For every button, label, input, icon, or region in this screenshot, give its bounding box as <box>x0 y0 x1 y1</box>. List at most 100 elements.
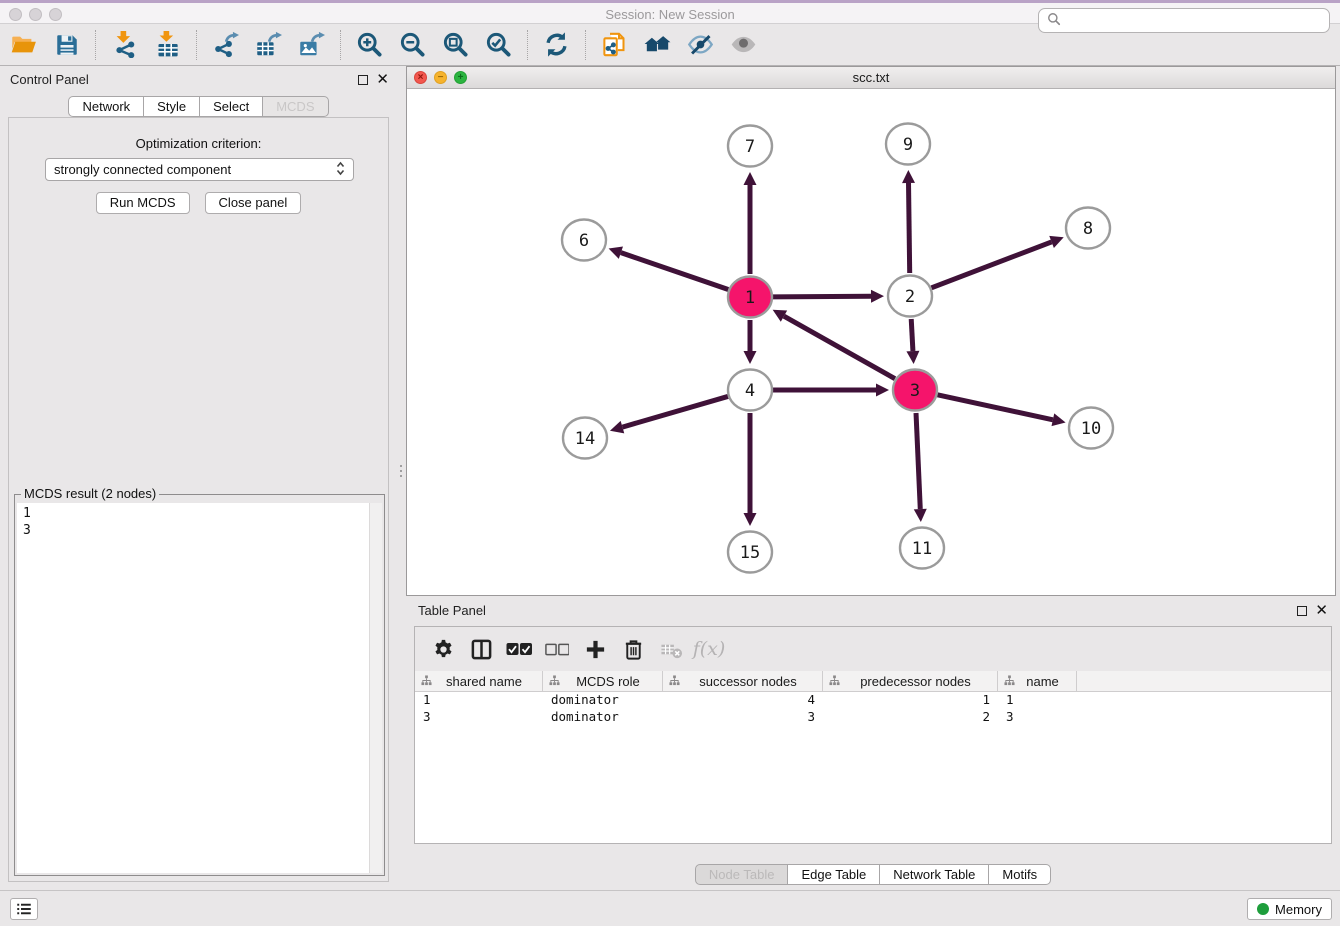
tab-motifs[interactable]: Motifs <box>988 864 1051 885</box>
graph-node-8[interactable]: 8 <box>1066 208 1110 249</box>
graph-node-6[interactable]: 6 <box>562 220 606 261</box>
delete-table-icon <box>656 634 686 664</box>
network-window-titlebar[interactable]: × − + scc.txt <box>407 67 1335 89</box>
float-table-panel-icon[interactable] <box>1297 606 1307 616</box>
node-label: 8 <box>1083 219 1093 239</box>
tab-mcds[interactable]: MCDS <box>262 96 328 117</box>
graph-edge-3-1[interactable] <box>784 316 895 379</box>
status-bar: Memory <box>0 890 1340 926</box>
open-session-icon[interactable] <box>5 28 42 62</box>
column-header-name[interactable]: name <box>998 671 1077 691</box>
graph-node-2[interactable]: 2 <box>888 276 932 317</box>
table-row[interactable]: 1dominator411 <box>415 692 1331 709</box>
home-view-icon[interactable] <box>639 28 676 62</box>
memory-status-icon <box>1257 903 1269 915</box>
import-network-icon[interactable] <box>106 28 143 62</box>
close-panel-button[interactable]: Close panel <box>205 192 302 214</box>
tab-network[interactable]: Network <box>68 96 144 117</box>
table-cell[interactable]: 3 <box>663 709 823 726</box>
refresh-icon[interactable] <box>538 28 575 62</box>
table-cell[interactable]: dominator <box>543 709 663 726</box>
network-view-window: × − + scc.txt 7 9 6 8 1 2 4 3 14 10 15 11 <box>406 66 1336 596</box>
table-cell[interactable]: 2 <box>823 709 998 726</box>
toolbar-divider <box>527 30 528 60</box>
copy-network-icon[interactable] <box>596 28 633 62</box>
edge-arrowhead <box>744 351 757 364</box>
network-window-title: scc.txt <box>407 67 1335 88</box>
tab-network-table[interactable]: Network Table <box>879 864 989 885</box>
network-canvas[interactable]: 7 9 6 8 1 2 4 3 14 10 15 11 <box>407 89 1335 594</box>
run-mcds-button[interactable]: Run MCDS <box>96 192 190 214</box>
table-cell[interactable]: 3 <box>998 709 1077 726</box>
table-cell[interactable]: 1 <box>415 692 543 709</box>
graph-edge-2-3[interactable] <box>911 319 913 351</box>
node-table: shared nameMCDS rolesuccessor nodesprede… <box>415 671 1331 843</box>
graph-edge-4-14[interactable] <box>622 396 727 427</box>
table-cell[interactable]: 4 <box>663 692 823 709</box>
column-namespace-icon <box>1004 674 1015 689</box>
graph-node-10[interactable]: 10 <box>1069 408 1113 449</box>
tab-node-table[interactable]: Node Table <box>695 864 789 885</box>
graph-node-1[interactable]: 1 <box>728 277 772 318</box>
mcds-result-area[interactable]: 13 <box>17 503 382 873</box>
show-eye-icon[interactable] <box>725 28 762 62</box>
task-history-button[interactable] <box>10 898 38 920</box>
table-cell[interactable]: 3 <box>415 709 543 726</box>
column-header-MCDS-role[interactable]: MCDS role <box>543 671 663 691</box>
table-cell[interactable]: 1 <box>998 692 1077 709</box>
graph-node-11[interactable]: 11 <box>900 528 944 569</box>
graph-node-7[interactable]: 7 <box>728 126 772 167</box>
delete-column-icon[interactable] <box>618 634 648 664</box>
zoom-fit-icon[interactable] <box>437 28 474 62</box>
table-cell[interactable]: 1 <box>823 692 998 709</box>
graph-edge-3-11[interactable] <box>916 413 920 509</box>
node-label: 3 <box>910 381 920 401</box>
graph-edge-2-8[interactable] <box>931 242 1051 288</box>
zoom-out-icon[interactable] <box>394 28 431 62</box>
column-header-predecessor-nodes[interactable]: predecessor nodes <box>823 671 998 691</box>
add-column-icon[interactable] <box>580 634 610 664</box>
column-header-successor-nodes[interactable]: successor nodes <box>663 671 823 691</box>
search-box[interactable] <box>1038 8 1330 33</box>
export-network-icon[interactable] <box>207 28 244 62</box>
save-session-icon[interactable] <box>48 28 85 62</box>
hide-selected-eye-icon[interactable] <box>682 28 719 62</box>
zoom-selected-icon[interactable] <box>480 28 517 62</box>
graph-node-9[interactable]: 9 <box>886 124 930 165</box>
graph-edge-2-9[interactable] <box>909 183 910 273</box>
deselect-all-columns-icon[interactable] <box>542 634 572 664</box>
graph-node-15[interactable]: 15 <box>728 532 772 573</box>
column-header-shared-name[interactable]: shared name <box>415 671 543 691</box>
graph-node-14[interactable]: 14 <box>563 418 607 459</box>
graph-edge-1-2[interactable] <box>773 296 871 297</box>
search-input[interactable] <box>1066 11 1329 31</box>
import-table-icon[interactable] <box>149 28 186 62</box>
table-panel-title: Table Panel <box>418 603 486 618</box>
column-namespace-icon <box>829 674 840 689</box>
export-table-icon[interactable] <box>250 28 287 62</box>
toggle-column-view-icon[interactable] <box>466 634 496 664</box>
tab-style[interactable]: Style <box>143 96 200 117</box>
graph-node-3[interactable]: 3 <box>893 370 937 411</box>
close-table-panel-icon[interactable]: ✕ <box>1315 606 1328 616</box>
graph-edge-1-6[interactable] <box>621 253 728 290</box>
float-panel-icon[interactable] <box>358 75 368 85</box>
result-scrollbar[interactable] <box>369 503 382 873</box>
export-image-icon[interactable] <box>293 28 330 62</box>
table-options-icon[interactable] <box>428 634 458 664</box>
table-row[interactable]: 3dominator323 <box>415 709 1331 726</box>
zoom-in-icon[interactable] <box>351 28 388 62</box>
edge-arrowhead <box>610 421 624 433</box>
memory-button[interactable]: Memory <box>1247 898 1332 920</box>
tab-edge-table[interactable]: Edge Table <box>787 864 880 885</box>
tab-select[interactable]: Select <box>199 96 263 117</box>
select-all-columns-icon[interactable] <box>504 634 534 664</box>
table-panel: Table Panel ✕ f(x) shared nameMCDS roles… <box>406 598 1340 890</box>
vertical-splitter[interactable] <box>397 67 406 890</box>
graph-node-4[interactable]: 4 <box>728 370 772 411</box>
table-cell[interactable]: dominator <box>543 692 663 709</box>
column-namespace-icon <box>669 674 680 689</box>
graph-edge-3-10[interactable] <box>937 395 1052 420</box>
criterion-select[interactable]: strongly connected component <box>45 158 354 181</box>
close-panel-icon[interactable]: ✕ <box>376 75 389 85</box>
